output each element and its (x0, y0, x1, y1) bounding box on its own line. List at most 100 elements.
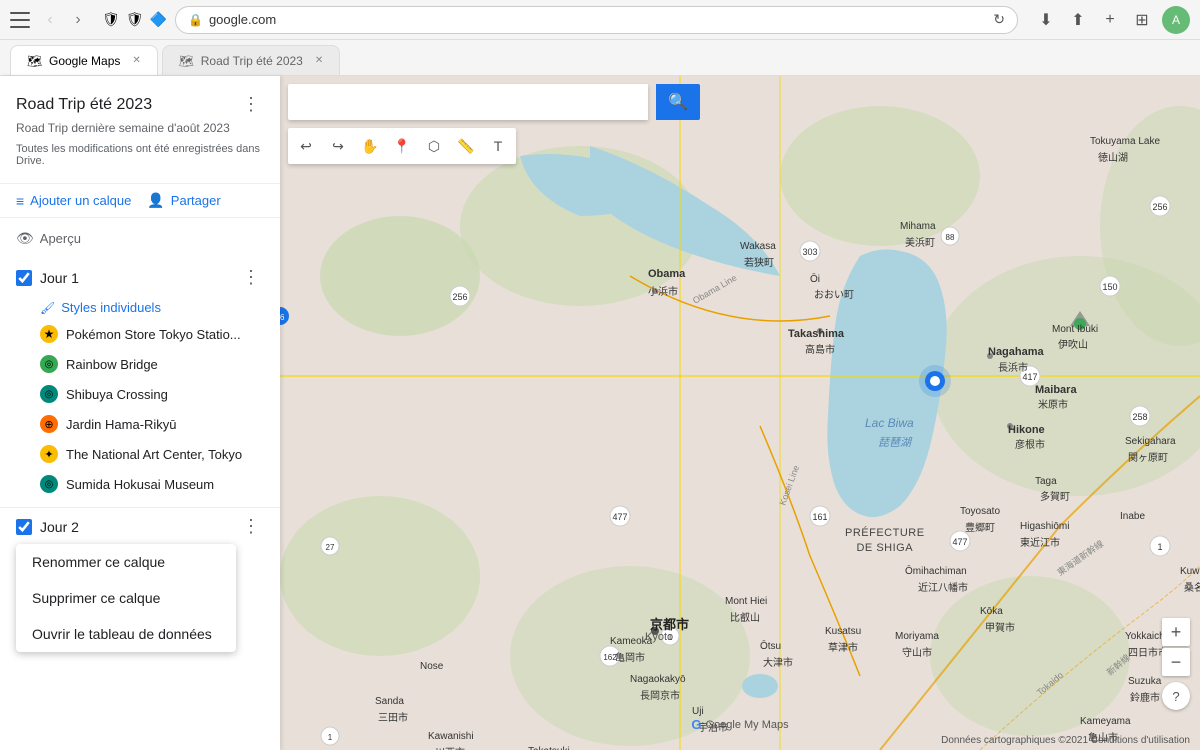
sidebar-subtitle: Road Trip dernière semaine d'août 2023 (16, 121, 264, 135)
svg-text:477: 477 (612, 512, 627, 522)
url-bar[interactable]: 🔒 google.com ↻ (175, 6, 1018, 34)
eye-icon: 👁 (16, 230, 34, 247)
jour1-header-left: Jour 1 (16, 270, 79, 286)
map-toolbar: 🔍 (288, 84, 1192, 120)
zoom-in-button[interactable]: + (1162, 618, 1190, 646)
search-input[interactable] (288, 84, 648, 120)
pan-button[interactable]: ✋ (356, 132, 384, 160)
tab-roadtrip[interactable]: 🗺 Road Trip été 2023 ✕ (162, 45, 340, 75)
zoom-help-button[interactable]: ? (1162, 682, 1190, 710)
sidebar-toggle[interactable] (10, 12, 30, 28)
jour2-checkbox[interactable] (16, 519, 32, 535)
measure-button[interactable]: 📏 (452, 132, 480, 160)
nav-arrows: ‹ › (38, 8, 90, 32)
tab-bar: 🗺 Google Maps ✕ 🗺 Road Trip été 2023 ✕ (0, 40, 1200, 76)
context-menu: Renommer ce calque Supprimer ce calque O… (16, 544, 236, 652)
redo-button[interactable]: ↪ (324, 132, 352, 160)
jour2-label: Jour 2 (40, 519, 79, 535)
undo-button[interactable]: ↩ (292, 132, 320, 160)
map-pin[interactable] (917, 363, 953, 399)
sidebar-more-button[interactable]: ⋮ (238, 92, 264, 117)
hama-name: Jardin Hama-Rikyū (66, 417, 177, 432)
pokemon-name: Pokémon Store Tokyo Statio... (66, 327, 241, 342)
share-icon: 👤 (147, 192, 164, 209)
svg-text:1: 1 (328, 733, 333, 742)
place-sumida[interactable]: ◎ Sumida Hokusai Museum (0, 469, 280, 499)
tab-roadtrip-close[interactable]: ✕ (315, 55, 323, 66)
place-pokemon[interactable]: ★ Pokémon Store Tokyo Statio... (0, 319, 280, 349)
rename-menu-item[interactable]: Renommer ce calque (16, 544, 236, 580)
delete-menu-item[interactable]: Supprimer ce calque (16, 580, 236, 616)
svg-text:27: 27 (326, 543, 335, 552)
tab-maps-close[interactable]: ✕ (132, 55, 140, 66)
marker-button[interactable]: 📍 (388, 132, 416, 160)
jour1-checkbox[interactable] (16, 270, 32, 286)
privacy-icon: 🛡 (102, 11, 120, 28)
zoom-out-button[interactable]: − (1162, 648, 1190, 676)
back-button[interactable]: ‹ (38, 8, 62, 32)
jour1-header: Jour 1 ⋮ (0, 259, 280, 296)
search-icon: 🔍 (668, 92, 688, 112)
avatar[interactable]: A (1162, 6, 1190, 34)
sidebar-content: 👁 Aperçu Jour 1 ⋮ 🖌 Styles individuels (0, 218, 280, 750)
saved-notice: Toutes les modifications ont été enregis… (16, 143, 264, 167)
svg-text:256: 256 (1152, 202, 1167, 212)
map-area[interactable]: 256 303 88 256 150 417 258 477 161 477 1… (280, 76, 1200, 750)
svg-text:1: 1 (668, 633, 673, 642)
place-art[interactable]: ✦ The National Art Center, Tokyo (0, 439, 280, 469)
tab-maps[interactable]: 🗺 Google Maps ✕ (10, 45, 158, 75)
layers-icon: ≡ (16, 193, 24, 209)
download-button[interactable]: ⬇ (1034, 8, 1058, 32)
text-button[interactable]: T (484, 132, 512, 160)
left-sidebar: Road Trip été 2023 ⋮ Road Trip dernière … (0, 76, 280, 750)
zoom-controls: + − ? (1162, 618, 1190, 710)
shibuya-icon: ◎ (40, 385, 58, 403)
grid-button[interactable]: ⊞ (1130, 8, 1154, 32)
open-data-menu-item[interactable]: Ouvrir le tableau de données (16, 616, 236, 652)
jour2-more-button[interactable]: ⋮ (238, 514, 264, 539)
new-tab-button[interactable]: + (1098, 8, 1122, 32)
google-maps-label: Google My Maps (705, 719, 788, 731)
forward-button[interactable]: › (66, 8, 90, 32)
svg-text:417: 417 (1022, 372, 1037, 382)
place-shibuya[interactable]: ◎ Shibuya Crossing (0, 379, 280, 409)
share-browser-button[interactable]: ⬆ (1066, 8, 1090, 32)
map-tools: ↩ ↪ ✋ 📍 ⬡ 📏 T (288, 128, 516, 164)
place-rainbow[interactable]: ◎ Rainbow Bridge (0, 349, 280, 379)
preview-button[interactable]: 👁 Aperçu (16, 230, 81, 247)
lock-icon: 🔒 (188, 13, 203, 27)
sidebar-header: Road Trip été 2023 ⋮ Road Trip dernière … (0, 76, 280, 184)
share-label: Partager (171, 193, 221, 208)
sidebar-title-row: Road Trip été 2023 ⋮ (16, 92, 264, 117)
map-attribution: Données cartographiques ©2021 Conditions… (941, 735, 1190, 746)
jour1-more-button[interactable]: ⋮ (238, 265, 264, 290)
svg-text:256: 256 (452, 292, 467, 302)
tab-maps-label: Google Maps (49, 54, 120, 68)
jour2-header-left: Jour 2 (16, 519, 79, 535)
url-text: google.com (209, 12, 987, 27)
search-button[interactable]: 🔍 (656, 84, 700, 120)
tab-roadtrip-label: Road Trip été 2023 (201, 54, 303, 68)
svg-text:161: 161 (812, 512, 827, 522)
terms-link[interactable]: Conditions d'utilisation (1091, 735, 1190, 746)
rainbow-icon: ◎ (40, 355, 58, 373)
share-button[interactable]: 👤 Partager (147, 192, 220, 209)
svg-text:1: 1 (1157, 542, 1162, 552)
svg-text:477: 477 (952, 537, 967, 547)
svg-text:16: 16 (280, 313, 285, 322)
shield-icons: 🛡 🛡 🔷 (102, 11, 167, 28)
add-layer-button[interactable]: ≡ Ajouter un calque (16, 192, 131, 209)
jour1-section: Jour 1 ⋮ 🖌 Styles individuels ★ Pokémon … (0, 255, 280, 503)
security-icon: 🛡 (126, 11, 144, 28)
styles-label: Styles individuels (61, 300, 161, 315)
styles-link[interactable]: 🖌 Styles individuels (0, 296, 280, 319)
shape-button[interactable]: ⬡ (420, 132, 448, 160)
reload-button[interactable]: ↻ (993, 11, 1005, 28)
shibuya-name: Shibuya Crossing (66, 387, 168, 402)
place-hama[interactable]: ⊕ Jardin Hama-Rikyū (0, 409, 280, 439)
svg-text:150: 150 (1102, 282, 1117, 292)
roadtrip-favicon: 🗺 (179, 54, 193, 68)
styles-icon: 🖌 (40, 301, 55, 315)
jour2-header: Jour 2 ⋮ (0, 508, 280, 545)
sumida-name: Sumida Hokusai Museum (66, 477, 214, 492)
